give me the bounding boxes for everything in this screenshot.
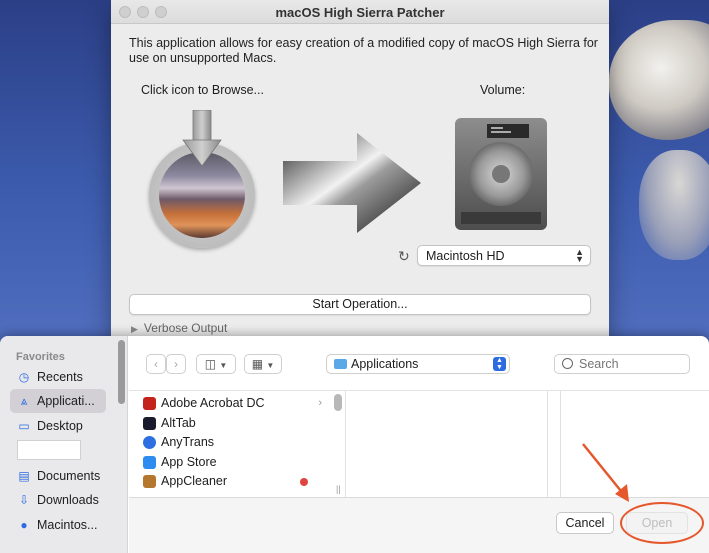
file-name: AltTab	[161, 415, 196, 430]
dialog-footer	[129, 498, 709, 553]
location-popup[interactable]: Applications ▲ ▼	[326, 354, 510, 374]
sidebar-item-label: Downloads	[37, 493, 99, 507]
file-name: Adobe Acrobat DC	[161, 396, 265, 410]
documents-icon: ▤	[18, 469, 30, 483]
anytrans-icon	[143, 436, 156, 449]
column-divider	[547, 391, 548, 497]
sidebar-item-label: Macintos...	[37, 518, 98, 532]
browse-label: Click icon to Browse...	[141, 83, 264, 97]
acrobat-icon	[143, 397, 156, 410]
list-item[interactable]: AnyTrans	[140, 433, 330, 453]
sidebar: Favorites ◷ Recents ⩓ Applicati... ▭ Deskto…	[0, 336, 128, 553]
location-label: Applications	[351, 357, 419, 371]
list-item[interactable]: Adobe Acrobat DC ›	[140, 394, 330, 414]
verbose-output-label: Verbose Output	[143, 321, 228, 335]
sidebar-scrollbar[interactable]	[118, 340, 125, 404]
file-browser-column: Adobe Acrobat DC › AltTab AnyTrans App S…	[140, 394, 330, 492]
column-scrollbar[interactable]	[334, 394, 342, 411]
sidebar-item-label: Documents	[37, 469, 101, 483]
alttab-icon	[143, 416, 156, 430]
back-button[interactable]: ‹	[146, 354, 166, 374]
search-input[interactable]	[579, 357, 679, 371]
appcleaner-icon	[143, 475, 156, 488]
verbose-output-disclosure[interactable]: ▶ Verbose Output	[131, 321, 227, 335]
open-button[interactable]: Open	[626, 512, 688, 534]
window-title: macOS High Sierra Patcher	[275, 5, 445, 20]
desktop-rock-formation-lower	[639, 150, 709, 260]
sidebar-header: Favorites	[16, 351, 65, 363]
chevron-updown-icon: ▲ ▼	[575, 247, 584, 264]
disk-icon: ●	[20, 518, 28, 532]
sidebar-item-label: Recents	[37, 370, 83, 384]
search-field[interactable]	[554, 354, 690, 374]
desktop-icon: ▭	[18, 419, 30, 433]
sidebar-item-recents[interactable]: ◷ Recents	[10, 365, 106, 389]
volume-select[interactable]: Macintosh HD ▲ ▼	[417, 245, 591, 266]
column-resize-handle[interactable]: ||	[336, 484, 341, 494]
clock-icon: ◷	[18, 370, 30, 384]
sidebar-item-label: Applicati...	[37, 394, 95, 408]
sidebar-item-macintosh-hd[interactable]: ● Macintos...	[10, 513, 106, 537]
search-icon	[562, 358, 573, 369]
desktop-rock-formation	[609, 20, 709, 140]
folder-icon	[334, 359, 347, 369]
chevron-updown-icon: ▲ ▼	[493, 357, 506, 371]
forward-button[interactable]: ›	[166, 354, 186, 374]
column-divider	[560, 391, 561, 497]
refresh-icon[interactable]: ↻	[398, 249, 412, 263]
sidebar-item-desktop[interactable]: ▭ Desktop	[10, 414, 106, 438]
red-tag-icon	[300, 478, 308, 486]
start-operation-button[interactable]: Start Operation...	[129, 294, 591, 315]
chevron-right-icon: ›	[318, 397, 322, 409]
column-divider	[345, 391, 346, 497]
sidebar-item-applications[interactable]: ⩓ Applicati...	[10, 389, 106, 413]
downloads-icon: ⇩	[18, 493, 30, 507]
sidebar-rename-field[interactable]	[17, 440, 81, 460]
direction-arrow-icon	[283, 133, 421, 233]
applications-icon: ⩓	[20, 394, 28, 408]
cancel-button[interactable]: Cancel	[556, 512, 614, 534]
patcher-window: macOS High Sierra Patcher This applicati…	[111, 0, 609, 345]
toolbar-divider	[129, 390, 709, 391]
installer-browse-icon[interactable]	[149, 110, 257, 248]
file-name: AnyTrans	[161, 435, 215, 449]
open-file-dialog: Favorites ◷ Recents ⩓ Applicati... ▭ Deskto…	[0, 336, 709, 553]
title-bar: macOS High Sierra Patcher	[111, 0, 609, 24]
sidebar-item-label: Desktop	[37, 419, 83, 433]
download-arrow-icon	[182, 110, 222, 167]
volume-label: Volume:	[480, 83, 526, 97]
hard-drive-icon	[455, 118, 547, 230]
disclosure-triangle-icon: ▶	[131, 324, 138, 334]
app-store-icon	[143, 455, 156, 469]
view-mode-columns-button[interactable]: ◫ ▼	[196, 354, 236, 374]
sidebar-item-documents[interactable]: ▤ Documents	[10, 464, 106, 488]
app-description: This application allows for easy creatio…	[129, 36, 598, 65]
list-item[interactable]: AppCleaner	[140, 472, 330, 492]
list-item[interactable]: AltTab	[140, 414, 330, 434]
group-by-button[interactable]: ▦ ▼	[244, 354, 282, 374]
file-name: AppCleaner	[161, 474, 228, 488]
list-item[interactable]: App Store	[140, 453, 330, 473]
volume-select-value: Macintosh HD	[426, 249, 505, 263]
file-name: App Store	[161, 454, 217, 469]
sidebar-item-downloads[interactable]: ⇩ Downloads	[10, 488, 106, 512]
